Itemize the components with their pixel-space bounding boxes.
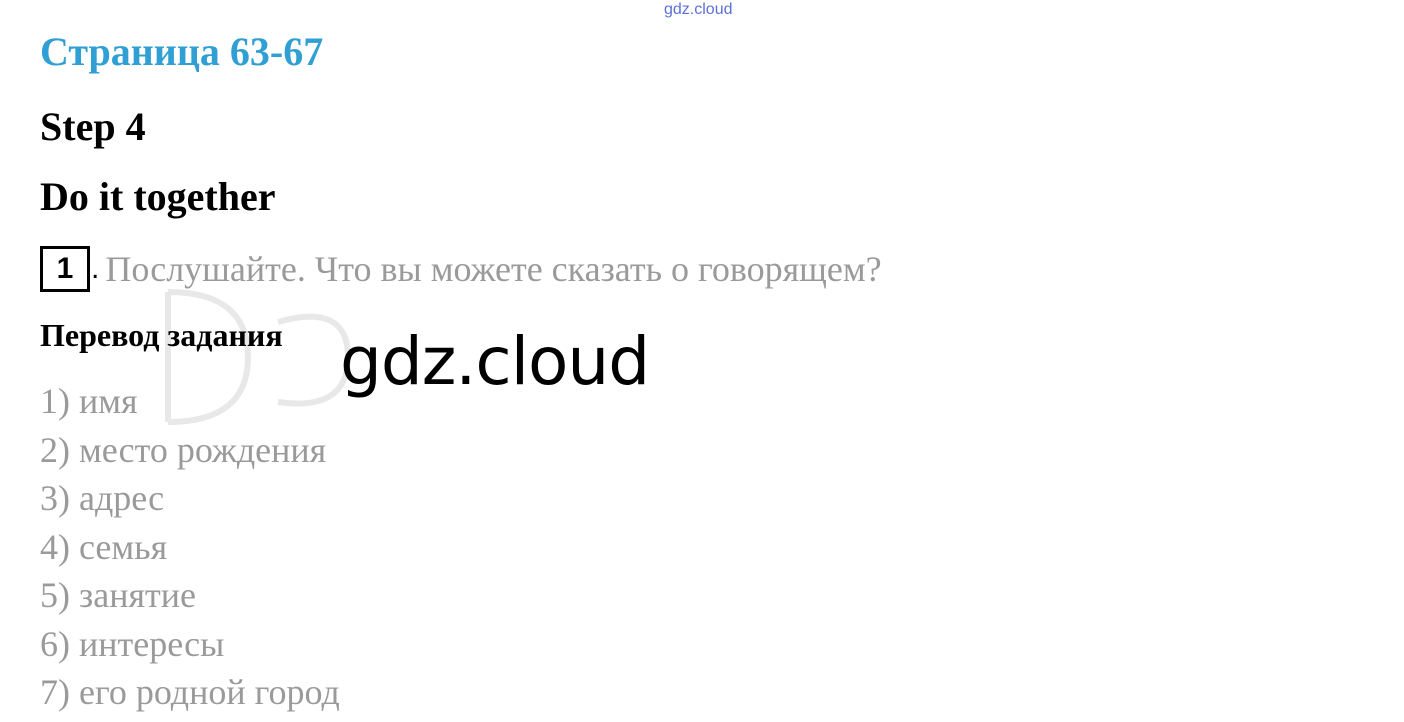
page-title: Страница 63-67 bbox=[40, 29, 324, 74]
section-heading: Do it together bbox=[40, 174, 276, 219]
answer-item-2: 2) место рождения bbox=[40, 429, 327, 470]
answer-item-4: 4) семья bbox=[40, 526, 168, 567]
watermark-center: gdz.cloud bbox=[340, 323, 650, 400]
answer-item-7: 7) его родной город bbox=[40, 672, 340, 712]
answer-list: 1) имя 2) место рождения 3) адрес 4) сем… bbox=[40, 377, 340, 717]
translation-heading: Перевод задания bbox=[40, 317, 283, 353]
watermark-top: gdz.cloud bbox=[664, 1, 733, 18]
answer-item-5: 5) занятие bbox=[40, 575, 196, 615]
task-number: 1 bbox=[40, 246, 90, 292]
answer-item-3: 3) адрес bbox=[40, 478, 165, 518]
task-number-dot: . bbox=[91, 252, 100, 285]
step-heading: Step 4 bbox=[40, 104, 146, 149]
answer-item-1: 1) имя bbox=[40, 381, 138, 421]
answer-item-6: 6) интересы bbox=[40, 623, 225, 664]
